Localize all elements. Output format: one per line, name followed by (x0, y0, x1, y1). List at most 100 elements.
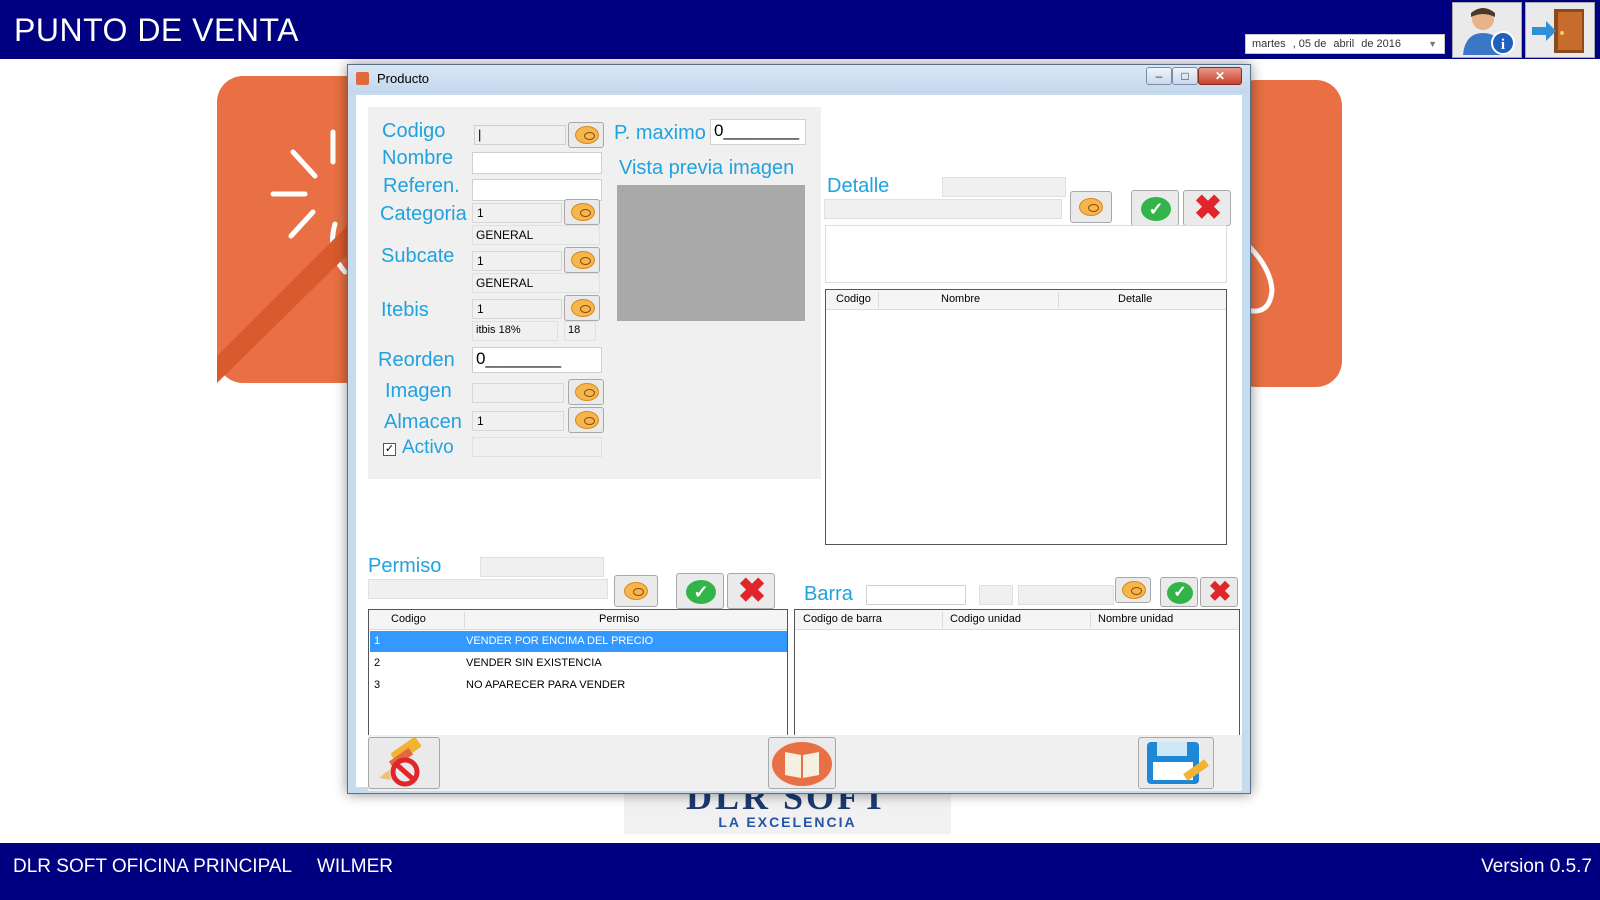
search-bubble-icon (1122, 581, 1146, 599)
close-icon: ✕ (1214, 69, 1226, 83)
permiso-field[interactable] (368, 579, 608, 599)
table-row[interactable]: 2 VENDER SIN EXISTENCIA (370, 653, 787, 674)
table-row[interactable]: 1 VENDER POR ENCIMA DEL PRECIO (370, 631, 787, 652)
column-header[interactable]: Codigo unidad (950, 613, 1021, 625)
row-codigo: 1 (374, 635, 381, 647)
barra-search-button[interactable] (1115, 577, 1151, 603)
date-year: de 2016 (1361, 38, 1402, 50)
search-bubble-icon (571, 299, 595, 317)
user-info-button[interactable]: i (1452, 2, 1522, 58)
activo-label: Activo (402, 437, 454, 458)
save-button[interactable] (1138, 737, 1214, 789)
codigo-input[interactable]: | (474, 125, 566, 145)
date-month: abril (1333, 38, 1355, 50)
permiso-accept-button[interactable]: ✓ (676, 573, 724, 609)
row-codigo: 3 (374, 679, 381, 691)
detalle-search-button[interactable] (1070, 191, 1112, 223)
referencia-label: Referen. (383, 175, 460, 197)
app-icon (356, 72, 369, 85)
table-row[interactable]: 3 NO APARECER PARA VENDER (370, 675, 787, 696)
image-preview-label: Vista previa imagen (619, 157, 795, 179)
imagen-label: Imagen (385, 380, 452, 402)
column-header[interactable]: Nombre unidad (1098, 613, 1173, 625)
itebis-id-field[interactable]: 1 (472, 299, 562, 319)
itebis-search-button[interactable] (564, 295, 600, 321)
permiso-cancel-button[interactable]: ✖ (727, 573, 775, 609)
x-icon: ✖ (737, 572, 767, 610)
subcategoria-search-button[interactable] (564, 247, 600, 273)
detalle-field[interactable] (824, 199, 1062, 219)
search-bubble-icon (571, 203, 595, 221)
search-bubble-icon (571, 251, 595, 269)
exit-button[interactable] (1525, 2, 1595, 58)
activo-checkbox[interactable]: ✓ (383, 443, 396, 456)
column-header[interactable]: Codigo (391, 613, 426, 625)
dialog-content: Codigo | Nombre Referen. Categoria 1 GEN… (356, 95, 1242, 791)
svg-text:i: i (1501, 37, 1505, 53)
clear-pencil-icon (379, 737, 421, 787)
subcategoria-name-field: GENERAL (472, 273, 600, 293)
categoria-name-field: GENERAL (472, 225, 600, 245)
branch-name: DLR SOFT OFICINA PRINCIPAL (13, 856, 293, 877)
detalle-table: Codigo Nombre Detalle (825, 289, 1227, 545)
barra-table-header: Codigo de barra Codigo unidad Nombre uni… (795, 610, 1239, 630)
almacen-search-button[interactable] (568, 407, 604, 433)
search-bubble-icon (575, 383, 599, 401)
maximize-icon: □ (1181, 69, 1189, 83)
date-picker[interactable]: martes , 05 de abril de 2016 ▼ (1245, 34, 1445, 54)
subcategoria-id-field[interactable]: 1 (472, 251, 562, 271)
catalog-button[interactable] (768, 737, 836, 789)
imagen-field[interactable] (472, 383, 564, 403)
search-bubble-icon (1079, 198, 1103, 216)
detalle-table-header: Codigo Nombre Detalle (826, 290, 1226, 310)
codigo-search-button[interactable] (568, 122, 604, 148)
itebis-rate-field: 18 (564, 321, 596, 341)
almacen-field[interactable]: 1 (472, 411, 564, 431)
search-bubble-icon (575, 126, 599, 144)
column-header[interactable]: Codigo (836, 293, 871, 305)
categoria-search-button[interactable] (564, 199, 600, 225)
itebis-name-field: itbis 18% (472, 321, 558, 341)
detalle-field-top (942, 177, 1066, 197)
permiso-table-header: Codigo Permiso (369, 610, 787, 630)
dialog-titlebar[interactable]: Producto – □ ✕ (348, 65, 1250, 93)
permiso-search-button[interactable] (614, 575, 658, 607)
x-icon: ✖ (1193, 189, 1223, 227)
check-icon: ✓ (1167, 582, 1193, 604)
categoria-id-field[interactable]: 1 (472, 203, 562, 223)
column-header[interactable]: Permiso (599, 613, 639, 625)
clear-button[interactable] (368, 737, 440, 789)
producto-dialog: Producto – □ ✕ Codigo | Nombre Referen. … (347, 64, 1251, 794)
column-header[interactable]: Codigo de barra (803, 613, 882, 625)
minimize-button[interactable]: – (1146, 67, 1172, 85)
detalle-textarea[interactable] (825, 225, 1227, 283)
barra-unit-id-field (979, 585, 1013, 605)
save-disk-icon (1147, 742, 1209, 784)
detalle-cancel-button[interactable]: ✖ (1183, 190, 1231, 226)
search-bubble-icon (624, 582, 648, 600)
barra-input[interactable] (866, 585, 966, 605)
permiso-field-top (480, 557, 604, 577)
maximize-button[interactable]: □ (1172, 67, 1198, 85)
detalle-accept-button[interactable]: ✓ (1131, 190, 1179, 226)
row-permiso: VENDER POR ENCIMA DEL PRECIO (466, 635, 654, 647)
close-button[interactable]: ✕ (1198, 67, 1242, 85)
referencia-input[interactable] (472, 179, 602, 201)
app-title: PUNTO DE VENTA (14, 12, 299, 48)
nombre-input[interactable] (472, 152, 602, 174)
chevron-down-icon[interactable]: ▼ (1428, 39, 1437, 49)
row-permiso: VENDER SIN EXISTENCIA (466, 657, 602, 669)
column-header[interactable]: Nombre (941, 293, 980, 305)
imagen-search-button[interactable] (568, 379, 604, 405)
column-header[interactable]: Detalle (1118, 293, 1152, 305)
categoria-label: Categoria (380, 203, 467, 225)
image-preview (617, 185, 805, 321)
barra-cancel-button[interactable]: ✖ (1200, 577, 1238, 607)
row-codigo: 2 (374, 657, 381, 669)
subcategoria-label: Subcate (381, 245, 455, 267)
search-bubble-icon (575, 411, 599, 429)
barra-accept-button[interactable]: ✓ (1160, 577, 1198, 607)
precio-maximo-input[interactable]: 0________ (710, 119, 806, 145)
barra-unit-name-field (1018, 585, 1114, 605)
reorden-input[interactable]: 0________ (472, 347, 602, 373)
